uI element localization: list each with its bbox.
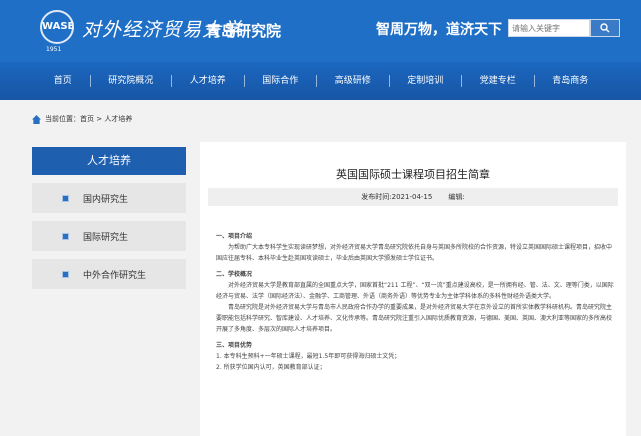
paragraph: 对外经济贸易大学是教育部直属的全国重点大学，国家首批“211 工程”、“双一流”… — [216, 282, 614, 300]
list-item: 2. 所获学位国内认可，英国教育部认证； — [216, 364, 326, 371]
section-heading: 二、学校概况 — [216, 271, 253, 278]
sidebar-item-domestic[interactable]: 国内研究生 — [32, 183, 186, 213]
nav-overview[interactable]: 研究院概况 — [91, 75, 172, 87]
campus-name: 青岛研究院 — [206, 22, 282, 40]
sidebar-item-international[interactable]: 国际研究生 — [32, 221, 186, 251]
nav-custom-training[interactable]: 定制培训 — [390, 75, 462, 87]
search-button[interactable] — [590, 19, 620, 37]
nav-international[interactable]: 国际合作 — [245, 75, 317, 87]
sidebar-item-label: 国内研究生 — [83, 194, 129, 205]
paragraph: 青岛研究院是对外经济贸易大学与青岛市人民政府合作办学的重要成果，是对外经济贸易大… — [216, 304, 613, 333]
university-seal-logo[interactable]: WASE — [40, 10, 74, 44]
nav-advanced-study[interactable]: 高级研修 — [317, 75, 390, 87]
section-heading: 三、项目优势 — [216, 342, 253, 349]
search-input[interactable] — [508, 19, 590, 37]
sidebar-item-label: 国际研究生 — [83, 232, 129, 243]
breadcrumb: 当前位置：首页 > 人才培养 — [32, 114, 132, 124]
search-icon — [600, 23, 610, 33]
home-icon — [32, 114, 41, 124]
sidebar-title: 人才培养 — [32, 147, 186, 175]
motto: 智周万物，道济天下 — [376, 22, 502, 38]
site-header: WASE 1951 对外经济贸易大学 青岛研究院 智周万物，道济天下 — [0, 0, 641, 62]
bullet-icon — [62, 232, 69, 240]
article-meta: 发布时间:2021-04-15 编辑: — [208, 188, 618, 206]
list-item: 1. 本专科生预科+一年硕士课程，最短1.5年即可获得海归硕士文凭； — [216, 353, 401, 360]
nav-talent[interactable]: 人才培养 — [172, 75, 245, 87]
bullet-icon — [62, 194, 69, 202]
seal-year: 1951 — [46, 46, 62, 53]
sidebar-item-joint[interactable]: 中外合作研究生 — [32, 259, 186, 289]
article-body: 一、项目介绍 为帮助广大本专科学生实现读研梦想，对外经济贸易大学青岛研究院依托自… — [216, 226, 616, 373]
sidebar: 人才培养 国内研究生 国际研究生 中外合作研究生 — [32, 147, 186, 289]
publish-date: 发布时间:2021-04-15 — [361, 193, 433, 201]
nav-home[interactable]: 首页 — [36, 75, 91, 87]
article-title: 英国国际硕士课程项目招生简章 — [336, 168, 490, 181]
breadcrumb-text[interactable]: 当前位置：首页 > 人才培养 — [45, 114, 132, 124]
editor-label: 编辑: — [448, 193, 465, 201]
section-heading: 一、项目介绍 — [216, 233, 253, 240]
main-nav: 首页 研究院概况 人才培养 国际合作 高级研修 定制培训 党建专栏 青岛商务 — [0, 62, 641, 100]
paragraph: 为帮助广大本专科学生实现读研梦想，对外经济贸易大学青岛研究院依托自身与英国多所院… — [216, 244, 613, 262]
sidebar-item-label: 中外合作研究生 — [83, 270, 147, 281]
nav-party-building[interactable]: 党建专栏 — [462, 75, 535, 87]
bullet-icon — [62, 270, 69, 278]
nav-qingdao-business[interactable]: 青岛商务 — [535, 75, 607, 87]
article-panel: 英国国际硕士课程项目招生简章 发布时间:2021-04-15 编辑: 一、项目介… — [200, 142, 626, 436]
